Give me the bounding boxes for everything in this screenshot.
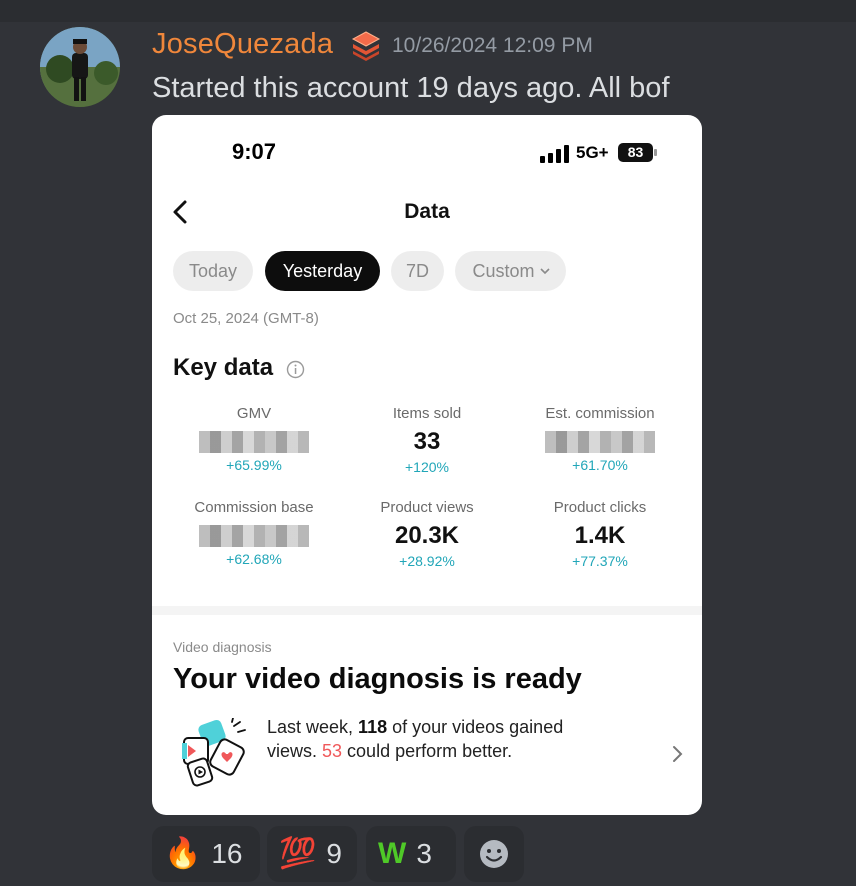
battery-tip <box>654 149 657 156</box>
blurred-value <box>199 431 309 453</box>
reaction-count: 9 <box>326 838 342 869</box>
metric-delta: +61.70% <box>572 457 628 473</box>
metric-delta: +77.37% <box>572 553 628 569</box>
metric-delta: +65.99% <box>226 457 282 473</box>
w-letter-icon: W <box>378 837 407 870</box>
line2-prefix: views. <box>267 741 323 761</box>
hundred-icon: 💯 <box>279 837 317 870</box>
message-text: Started this account 19 days ago. All bo… <box>152 72 670 104</box>
video-diagnosis-title: Your video diagnosis is ready <box>173 663 582 695</box>
metric-delta: +62.68% <box>226 551 282 567</box>
section-divider <box>152 606 702 615</box>
reaction-count: 3 <box>416 838 432 869</box>
metric-commission-base: Commission base +62.68% <box>164 499 344 567</box>
chevron-right-icon[interactable] <box>671 745 683 763</box>
line1-suffix: of your videos gained <box>387 717 564 737</box>
date-range: Oct 25, 2024 (GMT-8) <box>173 310 319 327</box>
tab-7d[interactable]: 7D <box>391 251 444 291</box>
signal-icon <box>540 145 569 163</box>
metric-label: Est. commission <box>545 405 655 422</box>
metric-delta: +28.92% <box>399 553 455 569</box>
tab-custom[interactable]: Custom <box>455 251 566 291</box>
avatar[interactable] <box>40 27 120 107</box>
video-diagnosis-text: Last week, 118 of your videos gained vie… <box>267 715 637 763</box>
video-diagnosis-label: Video diagnosis <box>173 639 272 655</box>
tab-custom-label: Custom <box>472 261 535 281</box>
status-time: 9:07 <box>232 139 277 164</box>
metric-items-sold: Items sold 33 +120% <box>337 405 517 475</box>
blurred-value <box>545 431 655 453</box>
username[interactable]: JoseQuezada <box>152 28 333 61</box>
blurred-value <box>199 525 309 547</box>
metric-est-commission: Est. commission +61.70% <box>510 405 690 473</box>
better-count: 53 <box>322 741 343 761</box>
key-data-title: Key data <box>173 354 274 381</box>
chevron-down-icon <box>540 268 550 275</box>
add-reaction-button[interactable] <box>464 826 524 882</box>
metric-delta: +120% <box>405 459 449 475</box>
gained-count: 118 <box>358 717 388 737</box>
tab-yesterday[interactable]: Yesterday <box>265 251 380 291</box>
line2-suffix: could perform better. <box>342 741 513 761</box>
reaction-count: 16 <box>211 838 243 869</box>
page-title: Data <box>404 200 450 223</box>
reaction-fire[interactable]: 🔥 16 <box>152 826 260 882</box>
attached-screenshot[interactable]: 9:07 5G+ 83 Data Today Yesterday 7D Cust… <box>152 115 702 815</box>
line1-prefix: Last week, <box>267 717 359 737</box>
metric-label: Items sold <box>392 405 462 422</box>
reaction-w[interactable]: W 3 <box>366 826 456 882</box>
layers-icon <box>351 31 381 61</box>
metric-label: Product clicks <box>553 499 647 516</box>
add-reaction-icon <box>480 840 508 868</box>
network-indicator: 5G+ <box>576 143 609 162</box>
metric-product-clicks: Product clicks 1.4K +77.37% <box>510 499 690 569</box>
timestamp: 10/26/2024 12:09 PM <box>392 34 593 57</box>
battery-level: 83 <box>618 143 653 162</box>
reaction-hundred[interactable]: 💯 9 <box>267 826 357 882</box>
metric-label: GMV <box>236 405 272 422</box>
metric-value: 33 <box>413 428 441 455</box>
battery-icon: 83 <box>618 143 658 162</box>
video-cards-icon <box>182 718 246 787</box>
tab-today[interactable]: Today <box>173 251 253 291</box>
metric-label: Product views <box>380 499 474 516</box>
metric-label: Commission base <box>194 499 314 516</box>
metric-gmv: GMV +65.99% <box>164 405 344 473</box>
top-strip <box>0 0 856 22</box>
metric-product-views: Product views 20.3K +28.92% <box>337 499 517 569</box>
metric-value: 1.4K <box>574 522 626 549</box>
info-icon[interactable] <box>286 360 305 379</box>
fire-icon: 🔥 <box>164 837 202 870</box>
metric-value: 20.3K <box>394 522 460 549</box>
